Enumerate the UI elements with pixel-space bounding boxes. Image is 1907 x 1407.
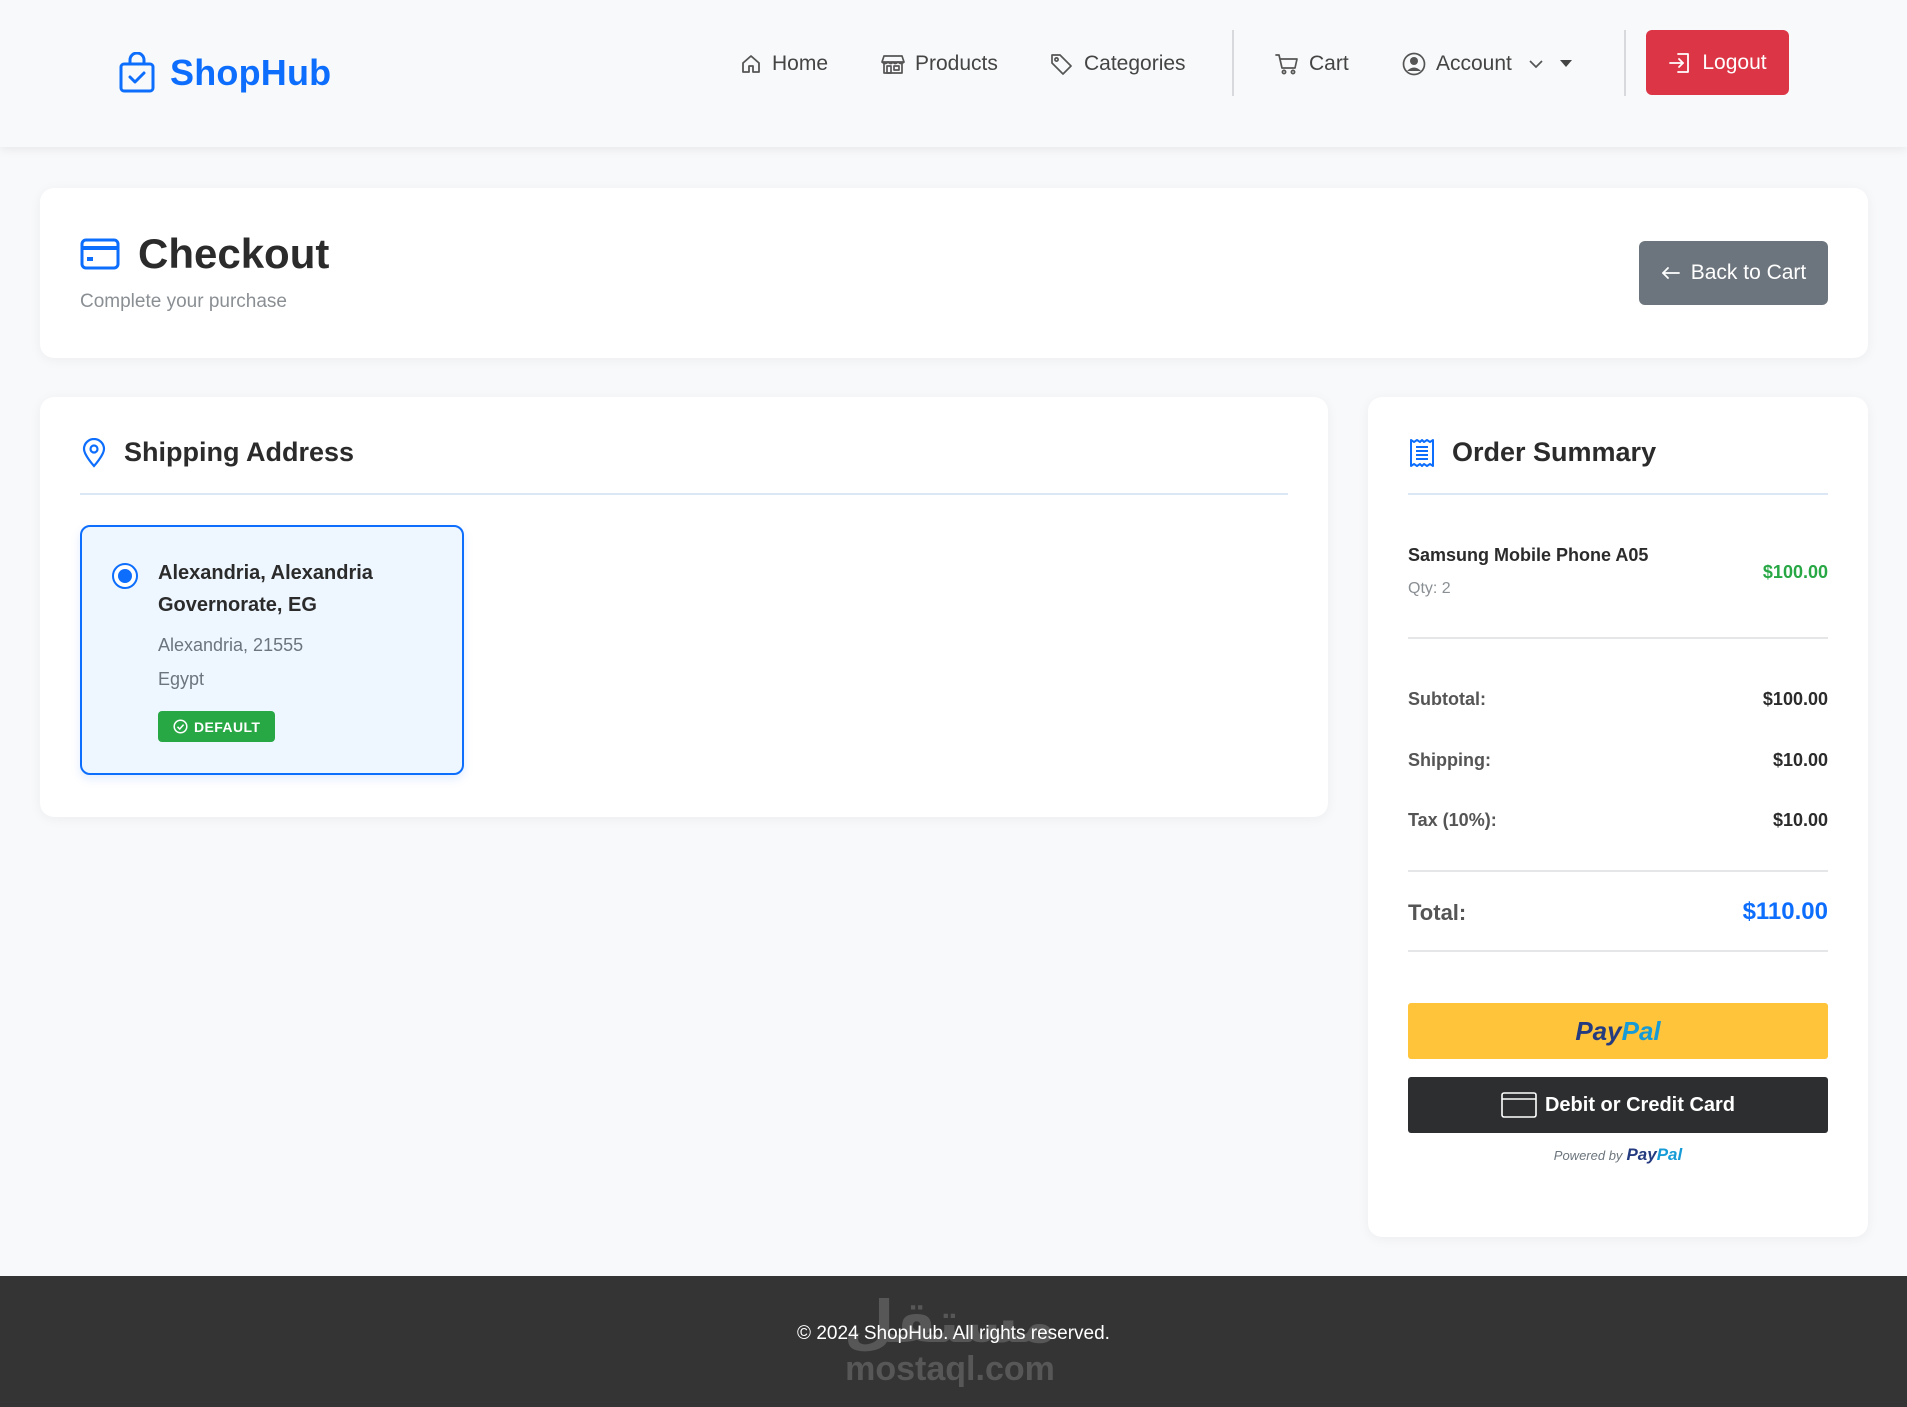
nav-categories-label: Categories [1084,52,1186,75]
debit-credit-card-label: Debit or Credit Card [1544,1093,1736,1116]
powered-by-brand: PayPal [1626,1145,1682,1165]
powered-brand-part2: Pal [1656,1145,1683,1164]
order-item-qty: Qty: 2 [1408,580,1451,597]
nav-products[interactable]: Products [881,49,998,79]
copyright-text: © 2024 ShopHub. All rights reserved. [797,1323,1110,1344]
shipping-address-card: Shipping Address Alexandria, Alexandria … [40,397,1328,817]
powered-by-paypal: Powered by PayPal [1368,1145,1868,1165]
back-to-cart-button[interactable]: Back to Cart [1639,241,1828,305]
address-option[interactable]: Alexandria, Alexandria Governorate, EG A… [80,525,464,775]
paypal-logo-part2: Pal [1621,1015,1661,1046]
order-summary-heading: Order Summary [1408,437,1656,468]
caret-down-icon [1559,60,1572,68]
shipping-cost-value: $10.00 [1772,750,1828,770]
nav-account-label: Account [1436,52,1512,75]
brand-link[interactable]: ShopHub [118,52,331,94]
page-title: Checkout [80,230,329,278]
tags-icon [1050,53,1074,75]
nav-home[interactable]: Home [740,49,828,79]
section-divider [80,493,1288,495]
total-value: $110.00 [1742,898,1828,925]
subtotal-label: Subtotal: [1408,689,1486,709]
summary-divider [1408,870,1828,872]
check-circle-icon [173,719,188,734]
logout-button[interactable]: Logout [1646,30,1789,95]
page-title-text: Checkout [138,230,330,277]
order-summary-heading-text: Order Summary [1452,437,1657,467]
logout-label: Logout [1702,50,1767,74]
order-item-price: $100.00 [1762,562,1828,582]
address-title: Alexandria, Alexandria Governorate, EG [158,562,373,616]
nav-cart[interactable]: Cart [1275,49,1349,79]
brand-name: ShopHub [170,52,332,93]
total-label: Total: [1408,900,1467,925]
back-to-cart-label: Back to Cart [1690,261,1807,284]
nav-divider [1624,30,1626,96]
navbar: ShopHub Home Products Categories Cart Ac… [0,0,1907,147]
paypal-button[interactable]: Pay Pal [1408,1003,1828,1059]
house-icon [740,53,762,75]
address-country: Egypt [158,669,205,689]
cart-icon [1275,53,1299,75]
paypal-logo-part1: Pay [1575,1015,1622,1046]
summary-divider [1408,950,1828,952]
footer: مستقل mostaql.com © 2024 ShopHub. All ri… [0,1276,1907,1407]
credit-card-icon [1501,1092,1537,1118]
arrow-left-icon [1661,265,1681,281]
tax-label: Tax (10%): [1408,810,1497,830]
page-subtitle: Complete your purchase [80,291,287,312]
shopping-bag-check-icon [118,52,156,94]
chevron-down-icon [1528,58,1544,70]
summary-divider [1408,637,1828,639]
person-circle-icon [1402,52,1426,76]
shipping-heading-text: Shipping Address [124,437,355,467]
powered-by-text: Powered by [1553,1148,1623,1163]
nav-categories[interactable]: Categories [1050,49,1186,79]
geo-pin-icon [80,437,108,468]
credit-card-icon [80,238,120,270]
watermark-english: mostaql.com [845,1350,1055,1388]
receipt-icon [1408,438,1436,468]
subtotal-value: $100.00 [1762,689,1828,709]
debit-credit-card-button[interactable]: Debit or Credit Card [1408,1077,1828,1133]
section-divider [1408,493,1828,495]
address-city-zip: Alexandria, 21555 [158,635,304,655]
default-badge-label: DEFAULT [194,718,261,735]
logout-icon [1668,52,1692,74]
nav-cart-label: Cart [1309,52,1349,75]
order-summary-card: Order Summary Samsung Mobile Phone A05 Q… [1368,397,1868,1237]
default-badge: DEFAULT [158,711,276,742]
shop-icon [881,53,905,75]
address-radio[interactable] [112,563,138,589]
watermark-arabic: مستقل [843,1290,1057,1355]
tax-value: $10.00 [1772,810,1828,830]
shipping-heading: Shipping Address [80,437,354,468]
nav-home-label: Home [772,52,829,75]
shipping-cost-label: Shipping: [1408,750,1491,770]
order-item-name: Samsung Mobile Phone A05 [1408,545,1649,565]
nav-divider [1232,30,1234,96]
powered-brand-part1: Pay [1626,1145,1657,1164]
nav-products-label: Products [915,52,998,75]
nav-account-dropdown[interactable]: Account [1402,49,1572,79]
checkout-header-card: Checkout Complete your purchase Back to … [40,188,1868,358]
